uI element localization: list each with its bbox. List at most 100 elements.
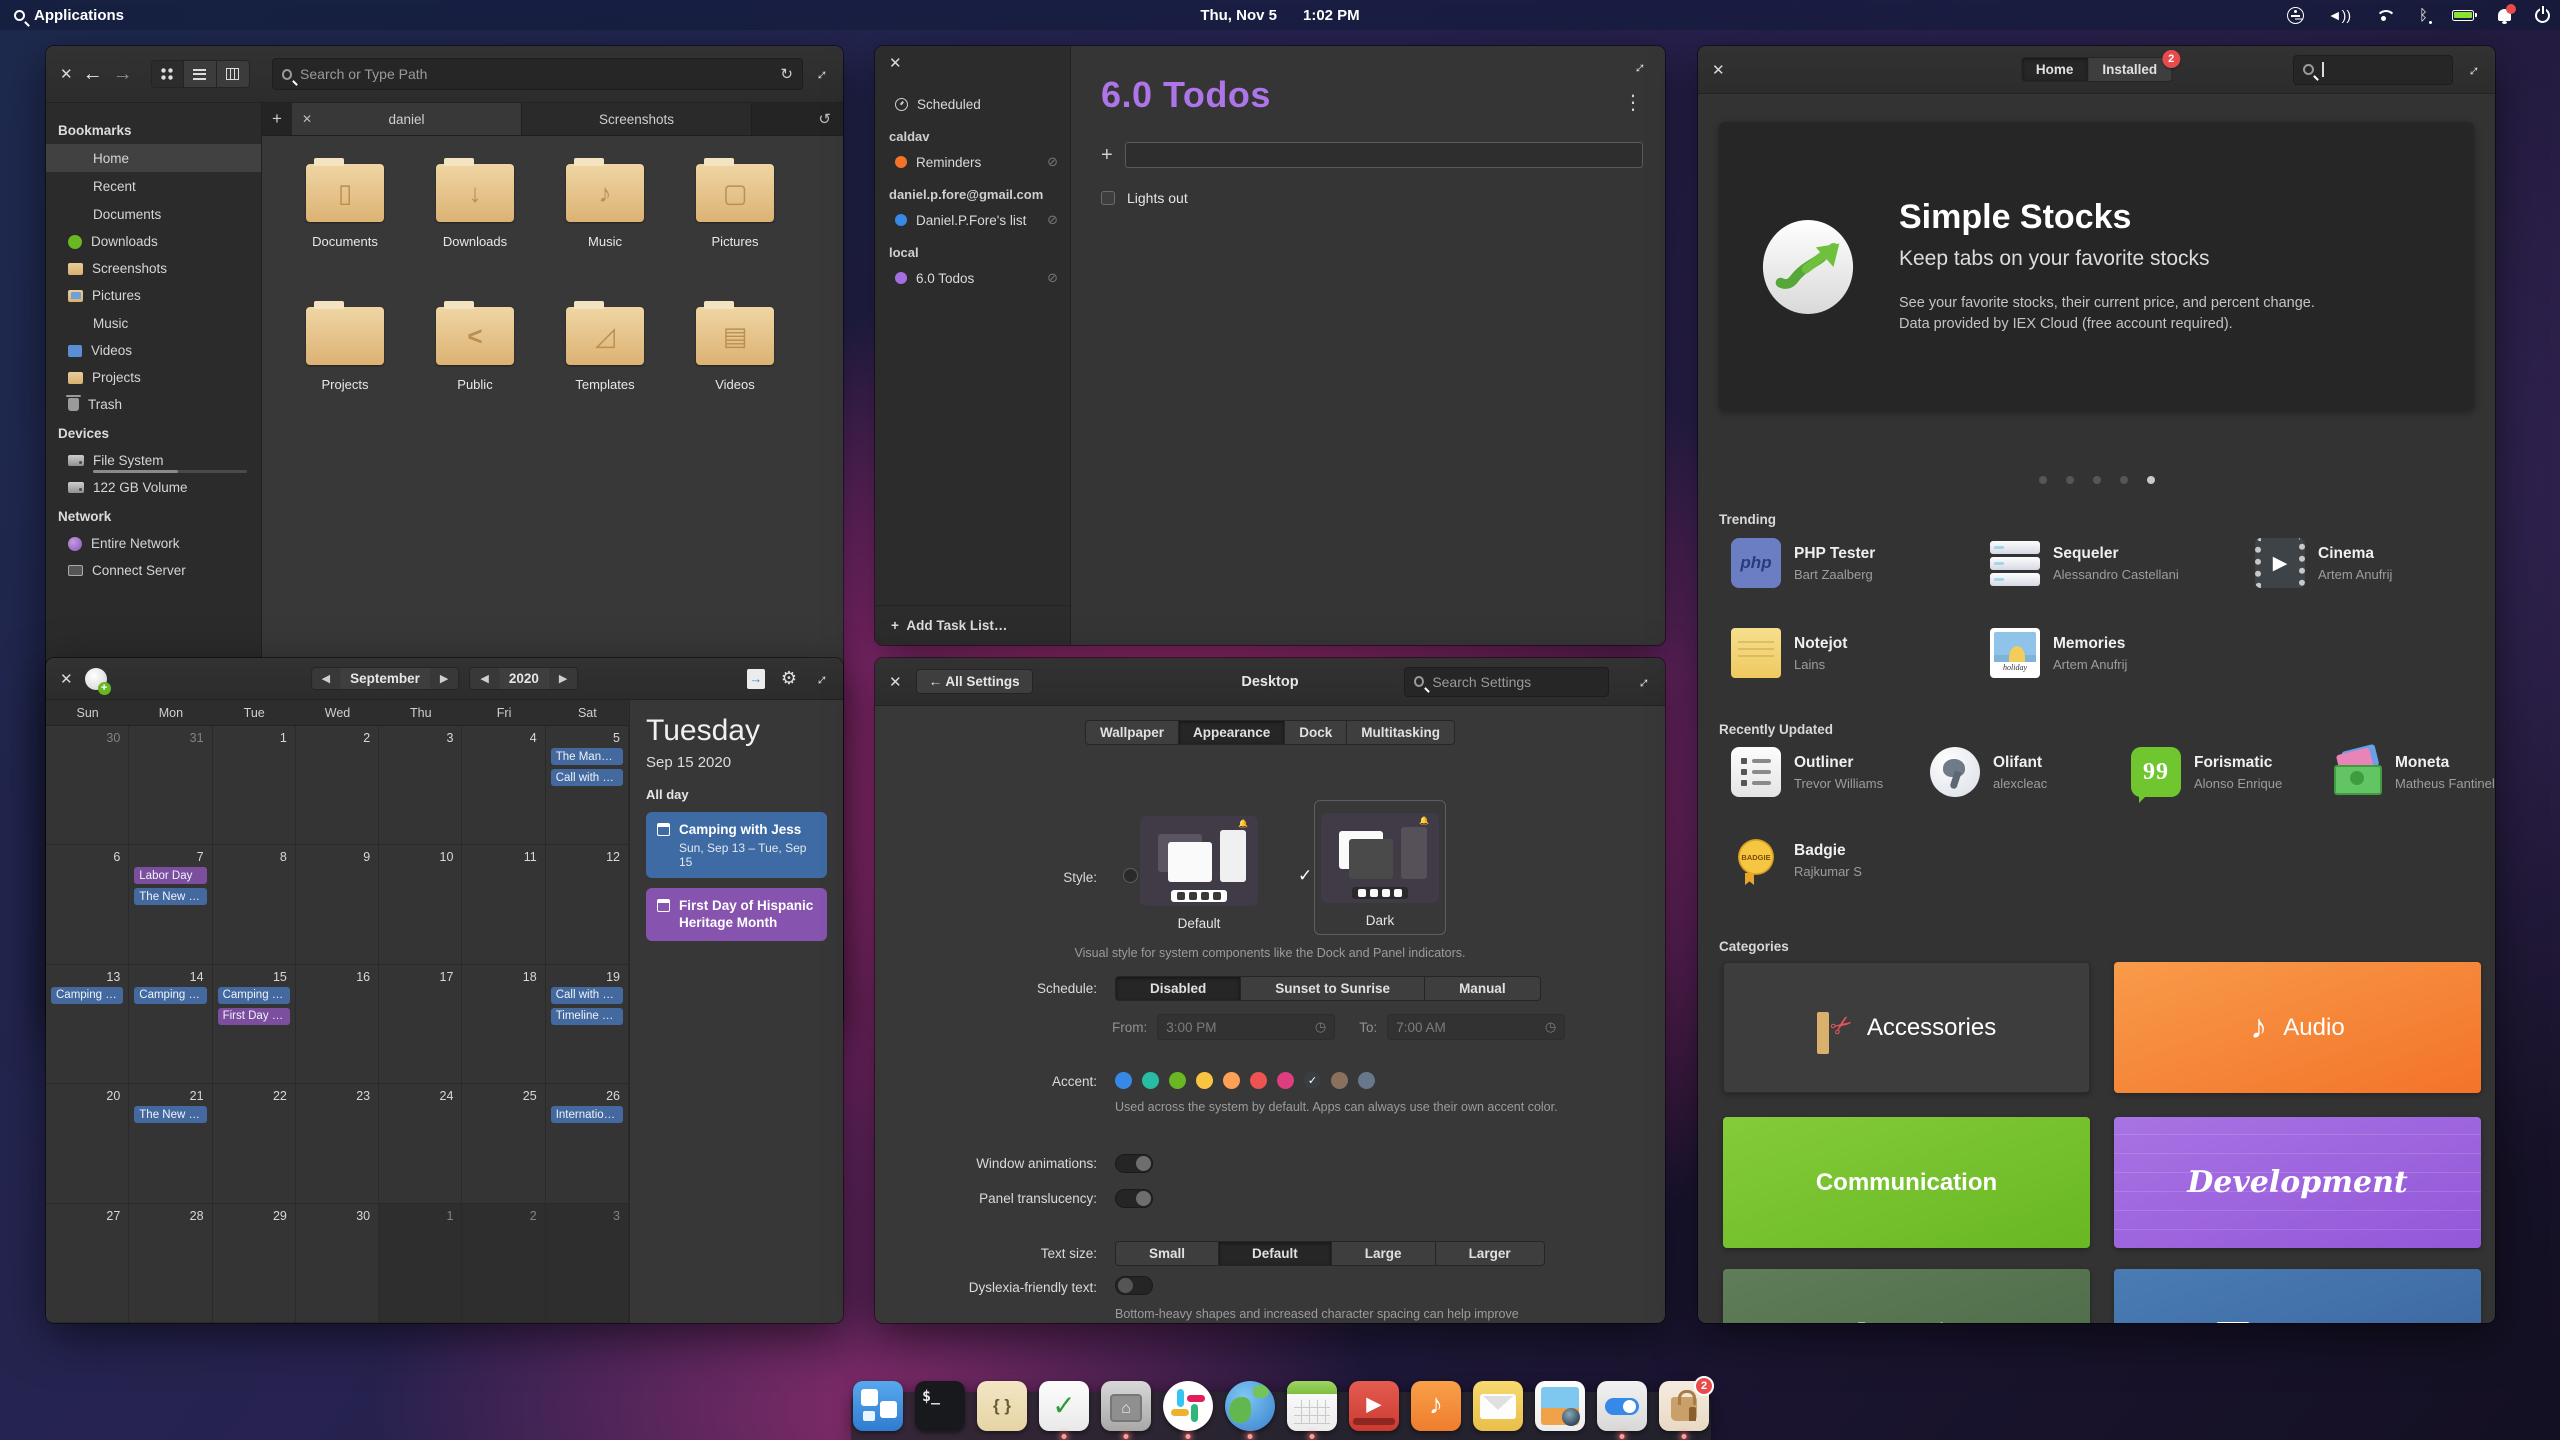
folder-projects[interactable]: Projects [280, 297, 410, 430]
sidebar-item-projects[interactable]: Projects [46, 364, 261, 391]
maximize-icon[interactable]: ↔ [809, 666, 833, 690]
tab-dock[interactable]: Dock [1285, 720, 1348, 745]
calendar-day-cell[interactable]: 20 [46, 1084, 130, 1204]
calendar-day-cell[interactable]: 26 Internatio… [545, 1084, 629, 1204]
category-development[interactable]: Development [2114, 1117, 2481, 1248]
schedule-manual[interactable]: Manual [1425, 976, 1541, 1001]
dock-item-calendar[interactable] [1287, 1381, 1337, 1439]
sidebar-item-downloads[interactable]: Downloads [46, 228, 261, 255]
todo-checkbox[interactable] [1101, 191, 1115, 205]
tab-appearance[interactable]: Appearance [1178, 720, 1286, 745]
close-icon[interactable]: ✕ [889, 673, 902, 691]
files-search-field[interactable]: ↻ [271, 58, 803, 90]
dock-item-music[interactable] [1411, 1381, 1461, 1431]
sidebar-item-documents[interactable]: Documents [46, 200, 261, 228]
calendar-day-cell[interactable]: 3 [379, 726, 463, 846]
calendar-day-cell[interactable]: 25 [462, 1084, 546, 1204]
event-chip[interactable]: Camping … [51, 986, 124, 1004]
style-option-default[interactable]: 🔔 Default [1140, 816, 1258, 931]
text-size-default[interactable]: Default [1219, 1241, 1332, 1266]
event-chip[interactable]: Labor Day [134, 867, 207, 885]
prev-year-icon[interactable]: ◀ [470, 668, 499, 689]
carousel-dot[interactable] [2065, 476, 2074, 484]
panel-translucency-toggle[interactable] [1115, 1189, 1153, 1208]
app-notejot[interactable]: Notejot Lains [1731, 628, 1847, 678]
category-finance[interactable]: Finance [2114, 1269, 2481, 1323]
calendar-day-cell[interactable]: 6 [46, 845, 130, 965]
dock-item-multitasking[interactable] [853, 1381, 903, 1431]
calendar-day-cell[interactable]: 22 [212, 1084, 296, 1204]
category-accessories[interactable]: Accessories [1723, 962, 2090, 1093]
folder-pictures[interactable]: ▢ Pictures [670, 154, 800, 287]
event-chip[interactable]: Internatio… [550, 1106, 623, 1124]
carousel-dot[interactable] [2038, 476, 2047, 484]
sidebar-item-trash[interactable]: Trash [46, 391, 261, 418]
event-chip[interactable]: The New … [134, 1106, 207, 1124]
calendar-day-cell[interactable]: 2 [295, 726, 380, 846]
next-year-icon[interactable]: ▶ [548, 668, 578, 689]
app-php-tester[interactable]: php PHP Tester Bart Zaalberg [1731, 538, 1875, 588]
sidebar-item-122-gb-volume[interactable]: 122 GB Volume [46, 474, 261, 501]
agenda-event-card[interactable]: First Day of Hispanic Heritage Month [646, 887, 827, 941]
dock-item-appcenter[interactable]: 2 [1659, 1376, 1714, 1439]
calendar-day-cell[interactable]: 1 [379, 1203, 463, 1323]
maximize-icon[interactable]: ↔ [2461, 57, 2485, 81]
carousel-dots[interactable] [1698, 476, 2495, 484]
sound-icon[interactable]: ◄)) [2328, 7, 2351, 23]
add-task-list-button[interactable]: + Add Task List… [875, 605, 1070, 645]
calendar-day-cell[interactable]: 1 [212, 726, 296, 846]
schedule-disabled[interactable]: Disabled [1115, 976, 1242, 1001]
sidebar-item-pictures[interactable]: Pictures [46, 282, 261, 309]
sidebar-item-videos[interactable]: Videos [46, 337, 261, 364]
close-icon[interactable]: ✕ [302, 112, 312, 126]
calendar-day-cell[interactable]: 17 [379, 964, 463, 1085]
style-default-radio[interactable] [1123, 868, 1138, 883]
sidebar-item-scheduled[interactable]: Scheduled [875, 90, 1070, 119]
dock-item-web[interactable] [1225, 1381, 1275, 1439]
sidebar-item-music[interactable]: Music [46, 309, 261, 337]
accent-color-8[interactable] [1331, 1072, 1348, 1089]
folder-templates[interactable]: ◿ Templates [540, 297, 670, 430]
accent-color-3[interactable] [1196, 1072, 1213, 1089]
maximize-icon[interactable]: ↔ [809, 62, 833, 86]
dock-item-tasks[interactable] [1039, 1381, 1089, 1439]
calendar-day-cell[interactable]: 21 The New … [129, 1084, 213, 1204]
wifi-icon[interactable] [2375, 8, 2395, 22]
calendar-day-cell[interactable]: 12 [545, 845, 629, 965]
event-chip[interactable]: The New … [134, 888, 207, 906]
folder-videos[interactable]: ▤ Videos [670, 297, 800, 430]
power-icon[interactable] [2535, 5, 2550, 23]
tab-screenshots[interactable]: Screenshots [522, 103, 752, 135]
event-chip[interactable]: Camping … [134, 986, 207, 1004]
list-view-button[interactable] [183, 60, 217, 88]
text-size-small[interactable]: Small [1115, 1241, 1220, 1266]
calendar-day-cell[interactable]: 15 Camping … First Day … [212, 964, 296, 1085]
event-chip[interactable]: Camping … [217, 986, 290, 1004]
accent-color-4[interactable] [1223, 1072, 1240, 1089]
calendar-day-cell[interactable]: 5 The Man… Call with … [545, 726, 629, 846]
back-icon[interactable]: ← [83, 63, 103, 86]
carousel-dot[interactable] [2146, 476, 2155, 484]
dock-item-terminal[interactable]: $_ [915, 1381, 965, 1431]
accessibility-icon[interactable] [2286, 6, 2304, 24]
dock-item-code[interactable] [977, 1381, 1027, 1431]
close-icon[interactable]: ✕ [60, 65, 73, 83]
dock-item-photos[interactable] [1535, 1381, 1585, 1431]
accent-color-0[interactable] [1115, 1072, 1132, 1089]
task-list-daniel-p-fore-s-list[interactable]: Daniel.P.Fore's list ⊘ [875, 205, 1070, 235]
dock-item-slack[interactable] [1163, 1381, 1213, 1439]
calendar-day-cell[interactable]: 11 [462, 845, 546, 965]
refresh-icon[interactable]: ↻ [780, 65, 793, 83]
app-moneta[interactable]: Moneta Matheus Fantinel [2332, 747, 2495, 797]
appcenter-search-field[interactable] [2293, 54, 2453, 85]
calendar-day-cell[interactable]: 28 [129, 1203, 213, 1323]
datetime-indicator[interactable]: Thu, Nov 5 1:02 PM [1200, 7, 1359, 24]
accent-color-9[interactable] [1358, 1072, 1375, 1089]
sidebar-item-screenshots[interactable]: Screenshots [46, 255, 261, 282]
calendar-day-cell[interactable]: 10 [379, 845, 463, 965]
column-view-button[interactable] [216, 60, 250, 88]
sidebar-item-entire-network[interactable]: Entire Network [46, 530, 261, 557]
new-task-input[interactable] [1124, 142, 1643, 168]
dock-item-settings[interactable] [1597, 1381, 1647, 1439]
grid-view-button[interactable] [150, 60, 184, 88]
